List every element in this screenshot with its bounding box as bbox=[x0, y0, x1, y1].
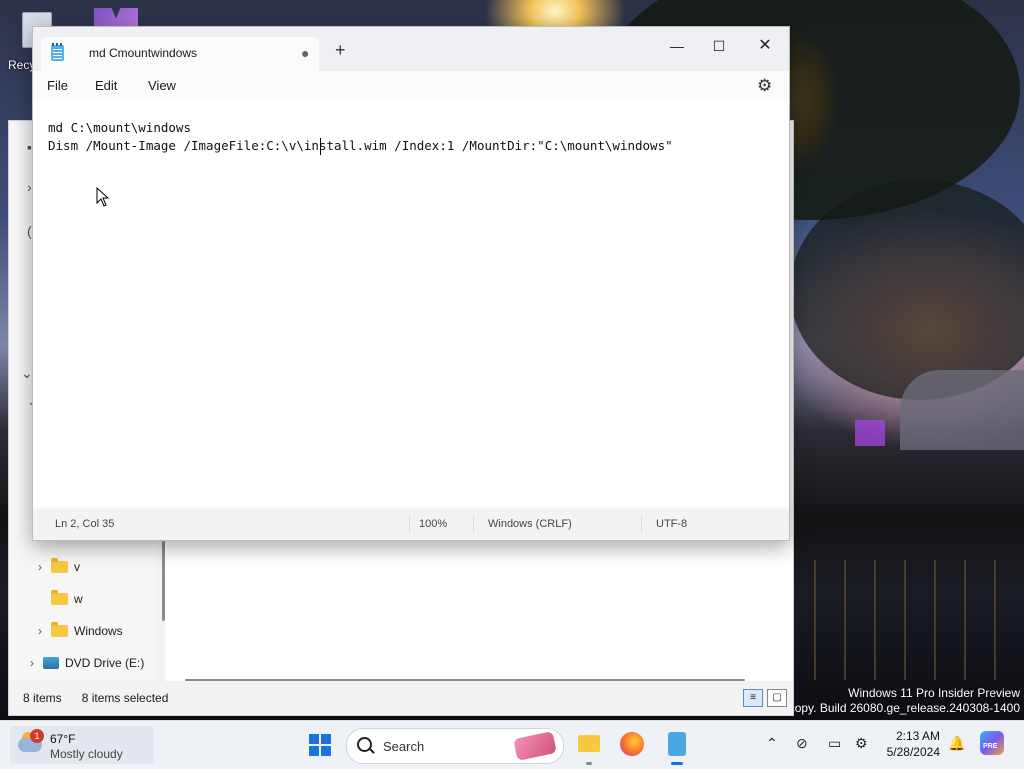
windows-logo-icon bbox=[321, 746, 331, 756]
settings-gear-icon[interactable]: ⚙ bbox=[757, 76, 772, 96]
minimize-button[interactable]: — bbox=[655, 33, 699, 59]
view-toggle[interactable]: ≡ ▢ bbox=[743, 689, 787, 707]
nav-pane-scrollbar[interactable] bbox=[157, 541, 165, 681]
notepad-icon bbox=[668, 732, 686, 756]
tree-item-label: v bbox=[74, 560, 80, 574]
tree-item-label: w bbox=[74, 592, 83, 606]
taskbar: 1 67°F Mostly cloudy Search ⌃ ⊘ ▭ ⚙ 2:13… bbox=[0, 720, 1024, 769]
firefox-icon bbox=[620, 732, 644, 756]
tree-item-dvd-drive[interactable]: › DVD Drive (E:) bbox=[9, 649, 157, 677]
tree-item-label: Windows bbox=[74, 624, 123, 638]
start-button[interactable] bbox=[309, 734, 331, 756]
windows-logo-icon bbox=[321, 734, 331, 744]
horizontal-scrollbar[interactable] bbox=[185, 679, 745, 681]
water-reflection bbox=[800, 560, 1024, 680]
tree-item-windows[interactable]: › Windows bbox=[9, 617, 157, 645]
menu-edit[interactable]: Edit bbox=[95, 78, 117, 93]
weather-condition: Mostly cloudy bbox=[50, 747, 123, 761]
status-divider bbox=[409, 515, 410, 533]
chevron-right-icon[interactable]: › bbox=[27, 179, 32, 195]
folder-icon bbox=[51, 558, 68, 573]
copilot-icon[interactable]: PRE bbox=[980, 731, 1004, 755]
tree-item-w[interactable]: w bbox=[9, 585, 157, 613]
selection-count: 8 items selected bbox=[81, 691, 169, 705]
item-count: 8 items bbox=[23, 691, 62, 705]
notepad-icon bbox=[51, 43, 64, 61]
status-divider bbox=[473, 515, 474, 533]
chevron-up-icon[interactable]: ⌃ bbox=[766, 735, 778, 752]
search-stub-icon: ( bbox=[27, 223, 32, 239]
clock[interactable]: 2:13 AM 5/28/2024 bbox=[880, 728, 940, 760]
notepad-status-bar: Ln 2, Col 35 100% Windows (CRLF) UTF-8 bbox=[33, 509, 789, 540]
close-button[interactable]: ✕ bbox=[743, 33, 787, 59]
status-divider bbox=[641, 515, 642, 533]
tab-title: md Cmountwindows bbox=[89, 46, 198, 60]
editor-line-2: Dism /Mount-Image /ImageFile:C:\v\instal… bbox=[48, 138, 673, 153]
tree-silhouette bbox=[790, 180, 1024, 400]
chevron-right-icon[interactable]: › bbox=[21, 656, 43, 670]
text-caret bbox=[320, 138, 321, 155]
taskbar-firefox[interactable] bbox=[617, 729, 647, 759]
zoom-level[interactable]: 100% bbox=[419, 518, 447, 530]
menu-view[interactable]: View bbox=[148, 78, 176, 93]
windows-logo-icon bbox=[309, 746, 319, 756]
accessibility-icon[interactable]: ⚙ bbox=[855, 735, 868, 752]
windows-logo-icon bbox=[309, 734, 319, 744]
title-bar[interactable]: md Cmountwindows ● + — ☐ ✕ bbox=[33, 27, 789, 71]
text-editor[interactable]: md C:\mount\windows Dism /Mount-Image /I… bbox=[33, 101, 789, 507]
dvd-drive-icon bbox=[43, 657, 59, 669]
editor-line-1: md C:\mount\windows bbox=[48, 120, 191, 135]
tiles-view-button[interactable]: ▢ bbox=[767, 689, 787, 707]
chevron-right-icon[interactable]: › bbox=[29, 624, 51, 638]
taskbar-search[interactable]: Search bbox=[346, 728, 564, 764]
tab-active[interactable]: md Cmountwindows ● bbox=[41, 37, 319, 71]
taskbar-notepad[interactable] bbox=[662, 729, 692, 765]
weather-temp: 67°F bbox=[50, 732, 76, 746]
folder-icon bbox=[578, 735, 600, 752]
watermark-line2: n copy. Build 26080.ge_release.240308-14… bbox=[778, 701, 1020, 715]
tree-item-v[interactable]: › v bbox=[9, 553, 157, 581]
clock-date: 5/28/2024 bbox=[886, 745, 940, 759]
search-icon bbox=[357, 737, 372, 752]
cursor-position[interactable]: Ln 2, Col 35 bbox=[55, 518, 114, 530]
neon-sign bbox=[855, 420, 885, 446]
chevron-right-icon[interactable]: › bbox=[29, 560, 51, 574]
weather-widget[interactable]: 1 67°F Mostly cloudy bbox=[10, 726, 154, 764]
explorer-status-bar: 8 items 8 items selected ≡ ▢ bbox=[9, 683, 793, 713]
watermark-line1: Windows 11 Pro Insider Preview bbox=[848, 686, 1020, 700]
display-icon[interactable]: ▭ bbox=[828, 735, 841, 752]
notepad-window[interactable]: md Cmountwindows ● + — ☐ ✕ File Edit Vie… bbox=[32, 26, 790, 541]
search-highlight-icon bbox=[513, 731, 557, 761]
tree-item-label: DVD Drive (E:) bbox=[65, 656, 145, 670]
menu-bar: File Edit View ⚙ bbox=[33, 71, 789, 101]
details-view-button[interactable]: ≡ bbox=[743, 689, 763, 707]
notification-bell-icon[interactable]: 🔔 bbox=[948, 735, 965, 752]
folder-icon bbox=[51, 590, 68, 605]
encoding[interactable]: UTF-8 bbox=[656, 518, 687, 530]
network-off-icon[interactable]: ⊘ bbox=[796, 735, 808, 752]
line-ending[interactable]: Windows (CRLF) bbox=[488, 518, 572, 530]
os-watermark: Windows 11 Pro Insider Preview n copy. B… bbox=[779, 686, 1020, 716]
chevron-down-icon[interactable]: ⌄ bbox=[21, 365, 33, 382]
notification-badge: 1 bbox=[30, 729, 44, 743]
taskbar-file-explorer[interactable] bbox=[574, 729, 604, 765]
building-silhouette bbox=[900, 370, 1024, 450]
search-placeholder: Search bbox=[383, 739, 425, 754]
folder-icon bbox=[51, 622, 68, 637]
maximize-button[interactable]: ☐ bbox=[697, 33, 741, 59]
new-tab-button[interactable]: + bbox=[335, 41, 346, 59]
unsaved-dot-icon[interactable]: ● bbox=[301, 45, 309, 61]
copilot-badge: PRE bbox=[983, 743, 998, 750]
menu-file[interactable]: File bbox=[47, 78, 68, 93]
clock-time: 2:13 AM bbox=[895, 729, 940, 743]
